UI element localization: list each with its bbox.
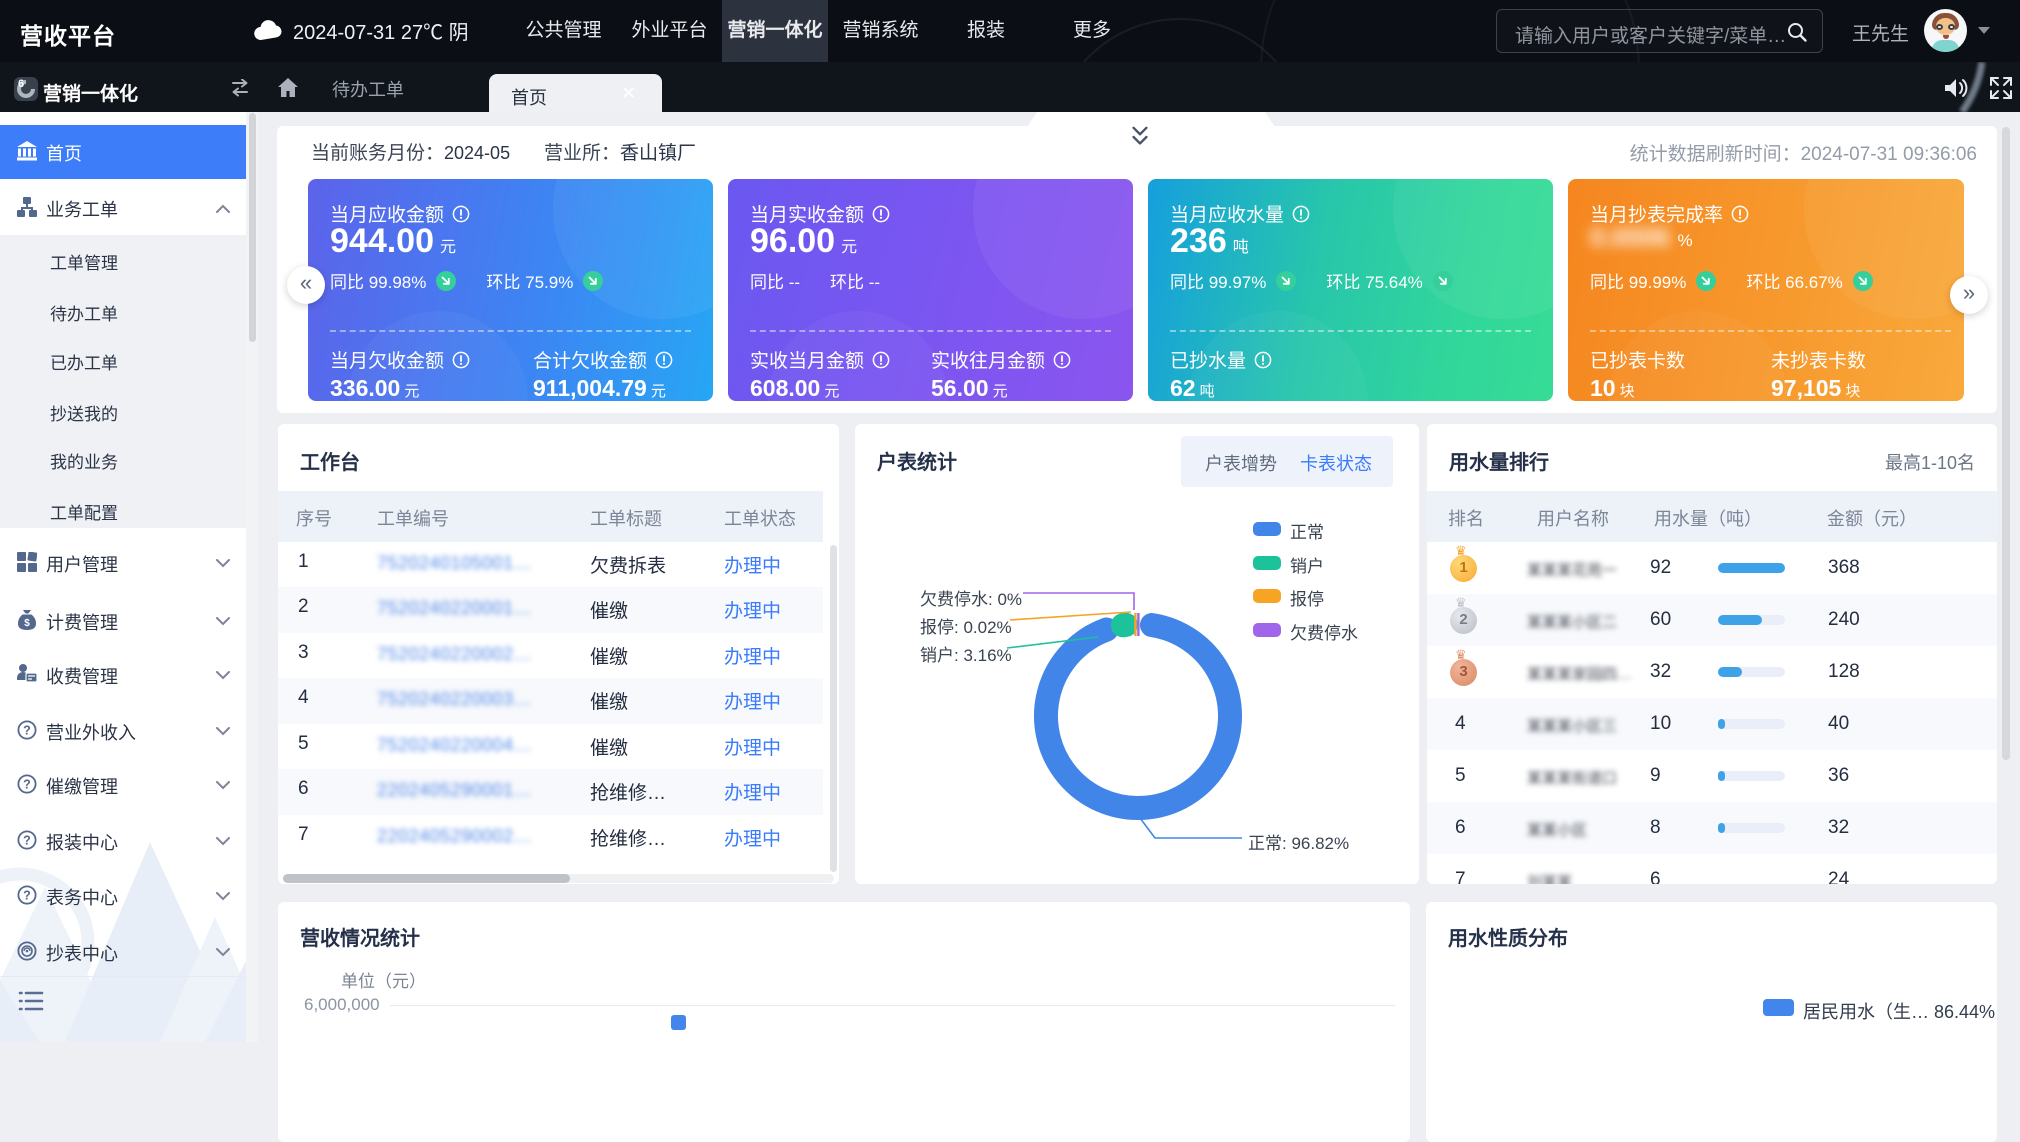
svg-text:?: ? [23,724,31,738]
svg-text:?: ? [23,889,31,903]
svg-text:$: $ [24,618,30,629]
svg-text:?: ? [23,834,31,848]
svg-text:?: ? [23,778,31,792]
